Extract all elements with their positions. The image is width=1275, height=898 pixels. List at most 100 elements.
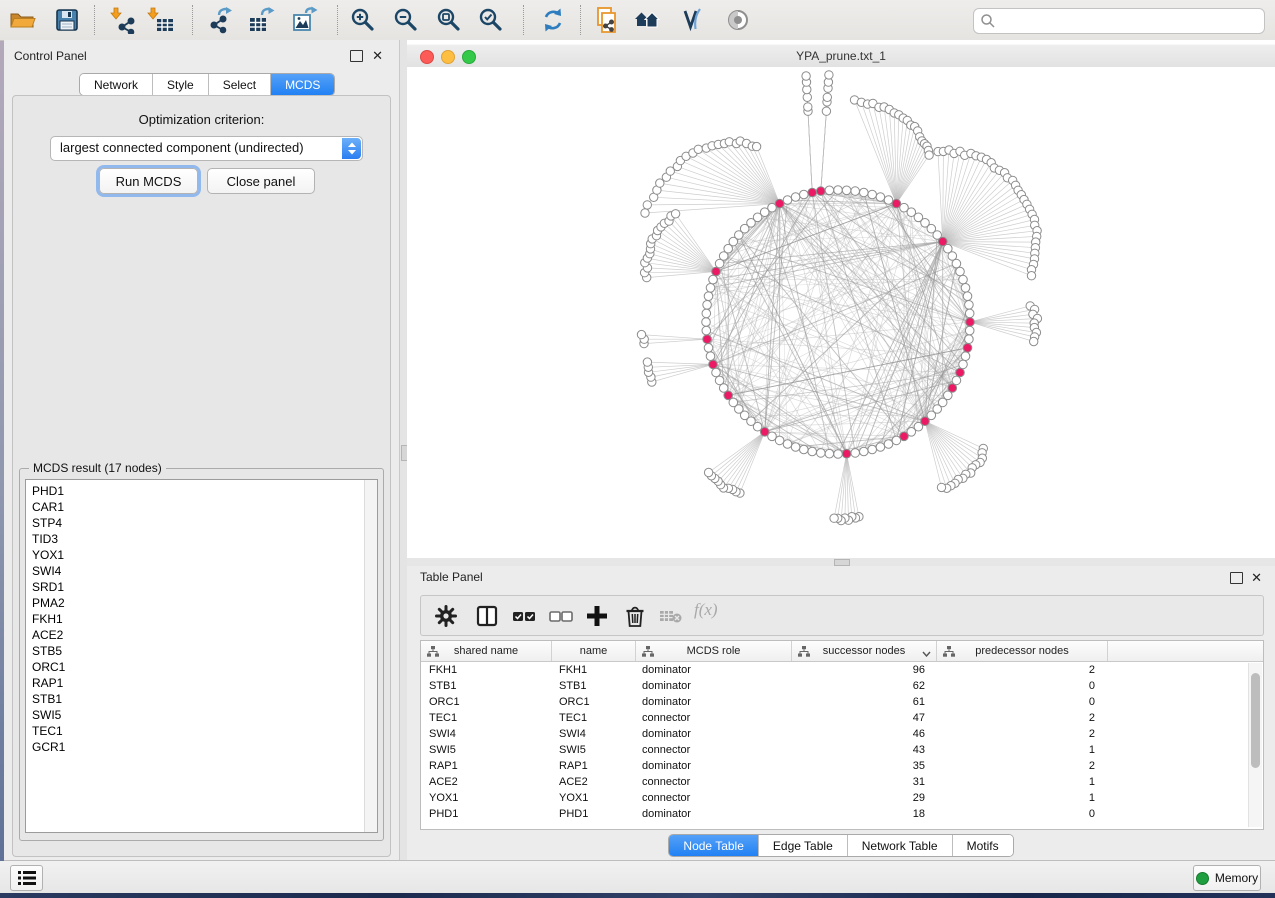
add-icon[interactable] [584,603,610,629]
tab-edge-table[interactable]: Edge Table [758,835,847,856]
tab-node-table[interactable]: Node Table [669,835,758,856]
tab-motifs[interactable]: Motifs [952,835,1013,856]
mcds-result-item[interactable]: GCR1 [26,739,377,755]
desktop-background [0,41,4,861]
mcds-result-item[interactable]: TID3 [26,531,377,547]
mcds-result-item[interactable]: STB5 [26,643,377,659]
export-image-icon[interactable] [291,6,319,34]
cell-shared-name: RAP1 [421,760,551,772]
table-toolbar: f(x) [420,595,1264,636]
close-panel-button[interactable]: Close panel [207,168,315,194]
table-row[interactable]: SWI5SWI5connector431 [421,742,1263,758]
zoom-selected-icon[interactable] [477,6,505,34]
table-row[interactable]: YOX1YOX1connector291 [421,790,1263,806]
select-all-icon[interactable] [511,603,537,629]
import-network-icon[interactable] [110,6,138,34]
mcds-result-item[interactable]: RAP1 [26,675,377,691]
mcds-list-scrollbar[interactable] [364,480,377,832]
hide-labels-icon[interactable] [679,6,707,34]
table-row[interactable]: RAP1RAP1dominator352 [421,758,1263,774]
tab-style[interactable]: Style [152,74,208,95]
dropdown-stepper-icon [342,138,361,159]
cell-successor-nodes: 46 [789,728,933,740]
delete-icon[interactable] [622,603,648,629]
table-row[interactable]: PHD1PHD1dominator180 [421,806,1263,822]
close-panel-label: Close panel [227,174,296,189]
cell-name: SWI4 [551,728,634,740]
deselect-all-icon[interactable] [548,603,574,629]
toolbar-separator [192,5,193,35]
import-table-icon[interactable] [147,6,175,34]
column-header-shared-name[interactable]: shared name [421,641,552,661]
close-panel-icon[interactable]: ✕ [1251,573,1262,583]
mcds-result-item[interactable]: CAR1 [26,499,377,515]
table-scrollbar[interactable] [1248,663,1262,827]
export-table-icon[interactable] [248,6,276,34]
mcds-result-item[interactable]: STB1 [26,691,377,707]
tab-mcds[interactable]: MCDS [270,74,334,95]
mcds-result-item[interactable]: ORC1 [26,659,377,675]
search-input[interactable] [1000,10,1259,32]
mcds-result-item[interactable]: ACE2 [26,627,377,643]
table-row[interactable]: TEC1TEC1connector472 [421,710,1263,726]
table-row[interactable]: SWI4SWI4dominator462 [421,726,1263,742]
memory-button[interactable]: Memory [1193,865,1261,891]
tab-select[interactable]: Select [208,74,270,95]
refresh-icon[interactable] [539,6,567,34]
float-panel-icon[interactable] [350,50,363,62]
table-row[interactable]: STB1STB1dominator620 [421,678,1263,694]
share-document-icon[interactable] [593,6,621,34]
mcds-result-item[interactable]: SWI5 [26,707,377,723]
task-history-button[interactable] [10,865,43,891]
cell-predecessor-nodes: 1 [933,744,1103,756]
table-row[interactable]: ACE2ACE2connector311 [421,774,1263,790]
run-mcds-button[interactable]: Run MCDS [99,168,198,194]
splitter-handle[interactable] [834,559,850,566]
eye-icon[interactable] [724,6,752,34]
mcds-result-item[interactable]: PHD1 [26,483,377,499]
cell-MCDS-role: dominator [634,760,789,772]
cell-MCDS-role: connector [634,712,789,724]
close-panel-icon[interactable]: ✕ [372,51,383,61]
mcds-result-item[interactable]: SWI4 [26,563,377,579]
column-header-name[interactable]: name [552,641,636,661]
sort-chevron-icon[interactable] [922,648,931,660]
column-header-MCDS-role[interactable]: MCDS role [636,641,792,661]
mcds-result-item[interactable]: TEC1 [26,723,377,739]
open-session-icon[interactable] [8,6,36,34]
zoom-out-icon[interactable] [392,6,420,34]
mcds-result-item[interactable]: FKH1 [26,611,377,627]
tab-network-table[interactable]: Network Table [847,835,952,856]
network-titlebar[interactable]: YPA_prune.txt_1 [407,44,1275,68]
criterion-dropdown[interactable]: largest connected component (undirected) [50,136,363,161]
cell-predecessor-nodes: 2 [933,712,1103,724]
columns-icon[interactable] [474,603,500,629]
cell-MCDS-role: dominator [634,680,789,692]
cell-predecessor-nodes: 0 [933,680,1103,692]
network-graph [407,67,1275,558]
column-header-predecessor-nodes[interactable]: predecessor nodes [937,641,1108,661]
network-canvas[interactable] [407,67,1275,558]
scrollbar-thumb[interactable] [1251,673,1260,768]
gear-icon[interactable] [433,603,459,629]
save-session-icon[interactable] [53,6,81,34]
cell-predecessor-nodes: 1 [933,776,1103,788]
cell-successor-nodes: 47 [789,712,933,724]
mcds-result-item[interactable]: STP4 [26,515,377,531]
tab-network[interactable]: Network [80,74,152,95]
float-panel-icon[interactable] [1230,572,1243,584]
network-title: YPA_prune.txt_1 [407,49,1275,63]
table-row[interactable]: ORC1ORC1dominator610 [421,694,1263,710]
export-network-icon[interactable] [206,6,234,34]
horizontal-splitter[interactable] [407,558,1275,566]
mcds-result-item[interactable]: YOX1 [26,547,377,563]
mcds-result-item[interactable]: PMA2 [26,595,377,611]
column-header-successor-nodes[interactable]: successor nodes [792,641,937,661]
zoom-fit-icon[interactable] [435,6,463,34]
zoom-in-icon[interactable] [349,6,377,34]
table-row[interactable]: FKH1FKH1dominator962 [421,662,1263,678]
homes-icon[interactable] [633,6,661,34]
mcds-result-item[interactable]: SRD1 [26,579,377,595]
mcds-result-list[interactable]: PHD1CAR1STP4TID3YOX1SWI4SRD1PMA2FKH1ACE2… [25,479,378,833]
memory-label: Memory [1215,871,1258,885]
